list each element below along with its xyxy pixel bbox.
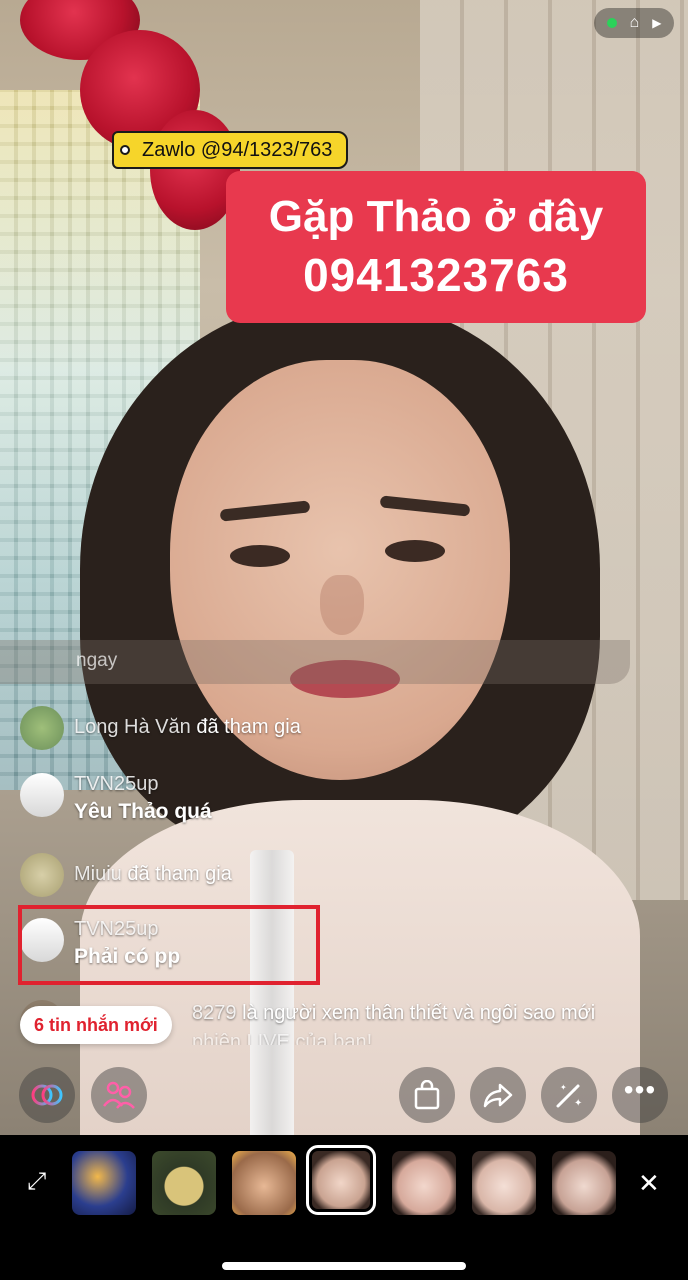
chat-username[interactable]: 8279 <box>192 1002 237 1024</box>
link-button[interactable] <box>19 1067 75 1123</box>
chat-system-text: là người xem thân thiết và ngôi sao mới <box>242 1002 596 1024</box>
more-icon: ••• <box>623 1074 657 1105</box>
tag-hole-icon <box>120 145 130 155</box>
filter-beauty[interactable] <box>392 1151 456 1215</box>
chat-system-text: đã tham gia <box>127 863 232 885</box>
filter-soft[interactable] <box>552 1151 616 1215</box>
contact-tag-text: Zawlo @94/1323/763 <box>142 138 333 161</box>
home-indicator[interactable] <box>222 1262 466 1270</box>
chat-fade-area: ngay <box>0 640 630 684</box>
faded-text: ngay <box>76 650 118 671</box>
close-icon[interactable]: ✕ <box>638 1168 660 1199</box>
list-item: Long Hà Văn đã tham gia <box>20 706 301 750</box>
promo-line-1: Gặp Thảo ở đây <box>268 192 604 241</box>
filter-flower[interactable] <box>472 1151 536 1215</box>
chat-username[interactable]: Long Hà Văn <box>74 716 191 738</box>
filter-natural[interactable] <box>306 1145 376 1215</box>
guests-button[interactable] <box>91 1067 147 1123</box>
share-button[interactable] <box>470 1067 526 1123</box>
link-icon <box>31 1084 63 1106</box>
chat-message: Yêu Thảo quá <box>74 800 212 823</box>
live-dot-icon <box>606 18 617 28</box>
shop-button[interactable] <box>399 1067 455 1123</box>
new-messages-button[interactable]: 6 tin nhắn mới <box>20 1006 172 1044</box>
people-icon <box>103 1081 135 1109</box>
magic-wand-icon: ✦ ✦ <box>556 1083 582 1109</box>
svg-text:✦: ✦ <box>560 1083 567 1092</box>
status-pill: ⌂ ▶ <box>594 8 674 38</box>
bag-icon <box>414 1080 440 1110</box>
more-button[interactable]: ••• <box>612 1067 668 1123</box>
svg-text:✦: ✦ <box>574 1098 582 1109</box>
filter-mystic[interactable] <box>72 1151 136 1215</box>
avatar[interactable] <box>20 853 64 897</box>
expand-icon[interactable]: ⤢ <box>27 1168 46 1196</box>
list-item: TVN25up Yêu Thảo quá <box>20 773 212 824</box>
effects-button[interactable]: ✦ ✦ <box>541 1067 597 1123</box>
promo-banner: Gặp Thảo ở đây 0941323763 <box>226 171 646 323</box>
contact-tag: Zawlo @94/1323/763 <box>112 131 349 169</box>
chat-system-text-cont: phiên LIVE của bạn! <box>192 1031 373 1045</box>
house-icon: ⌂ <box>629 14 640 31</box>
promo-line-2: 0941323763 <box>303 249 569 301</box>
avatar[interactable] <box>20 773 64 817</box>
highlight-box <box>18 905 320 985</box>
avatar[interactable] <box>20 706 64 750</box>
filter-puppy[interactable] <box>232 1151 296 1215</box>
chat-system-text: đã tham gia <box>196 716 301 738</box>
list-item: Miuiu đã tham gia <box>20 853 232 897</box>
share-icon <box>483 1083 513 1108</box>
filter-cartoon-face[interactable] <box>152 1151 216 1215</box>
chat-username[interactable]: Miuiu <box>74 863 122 885</box>
chat-username[interactable]: TVN25up <box>74 773 212 796</box>
play-icon: ▶ <box>652 16 662 30</box>
drink-straw <box>250 850 294 1135</box>
